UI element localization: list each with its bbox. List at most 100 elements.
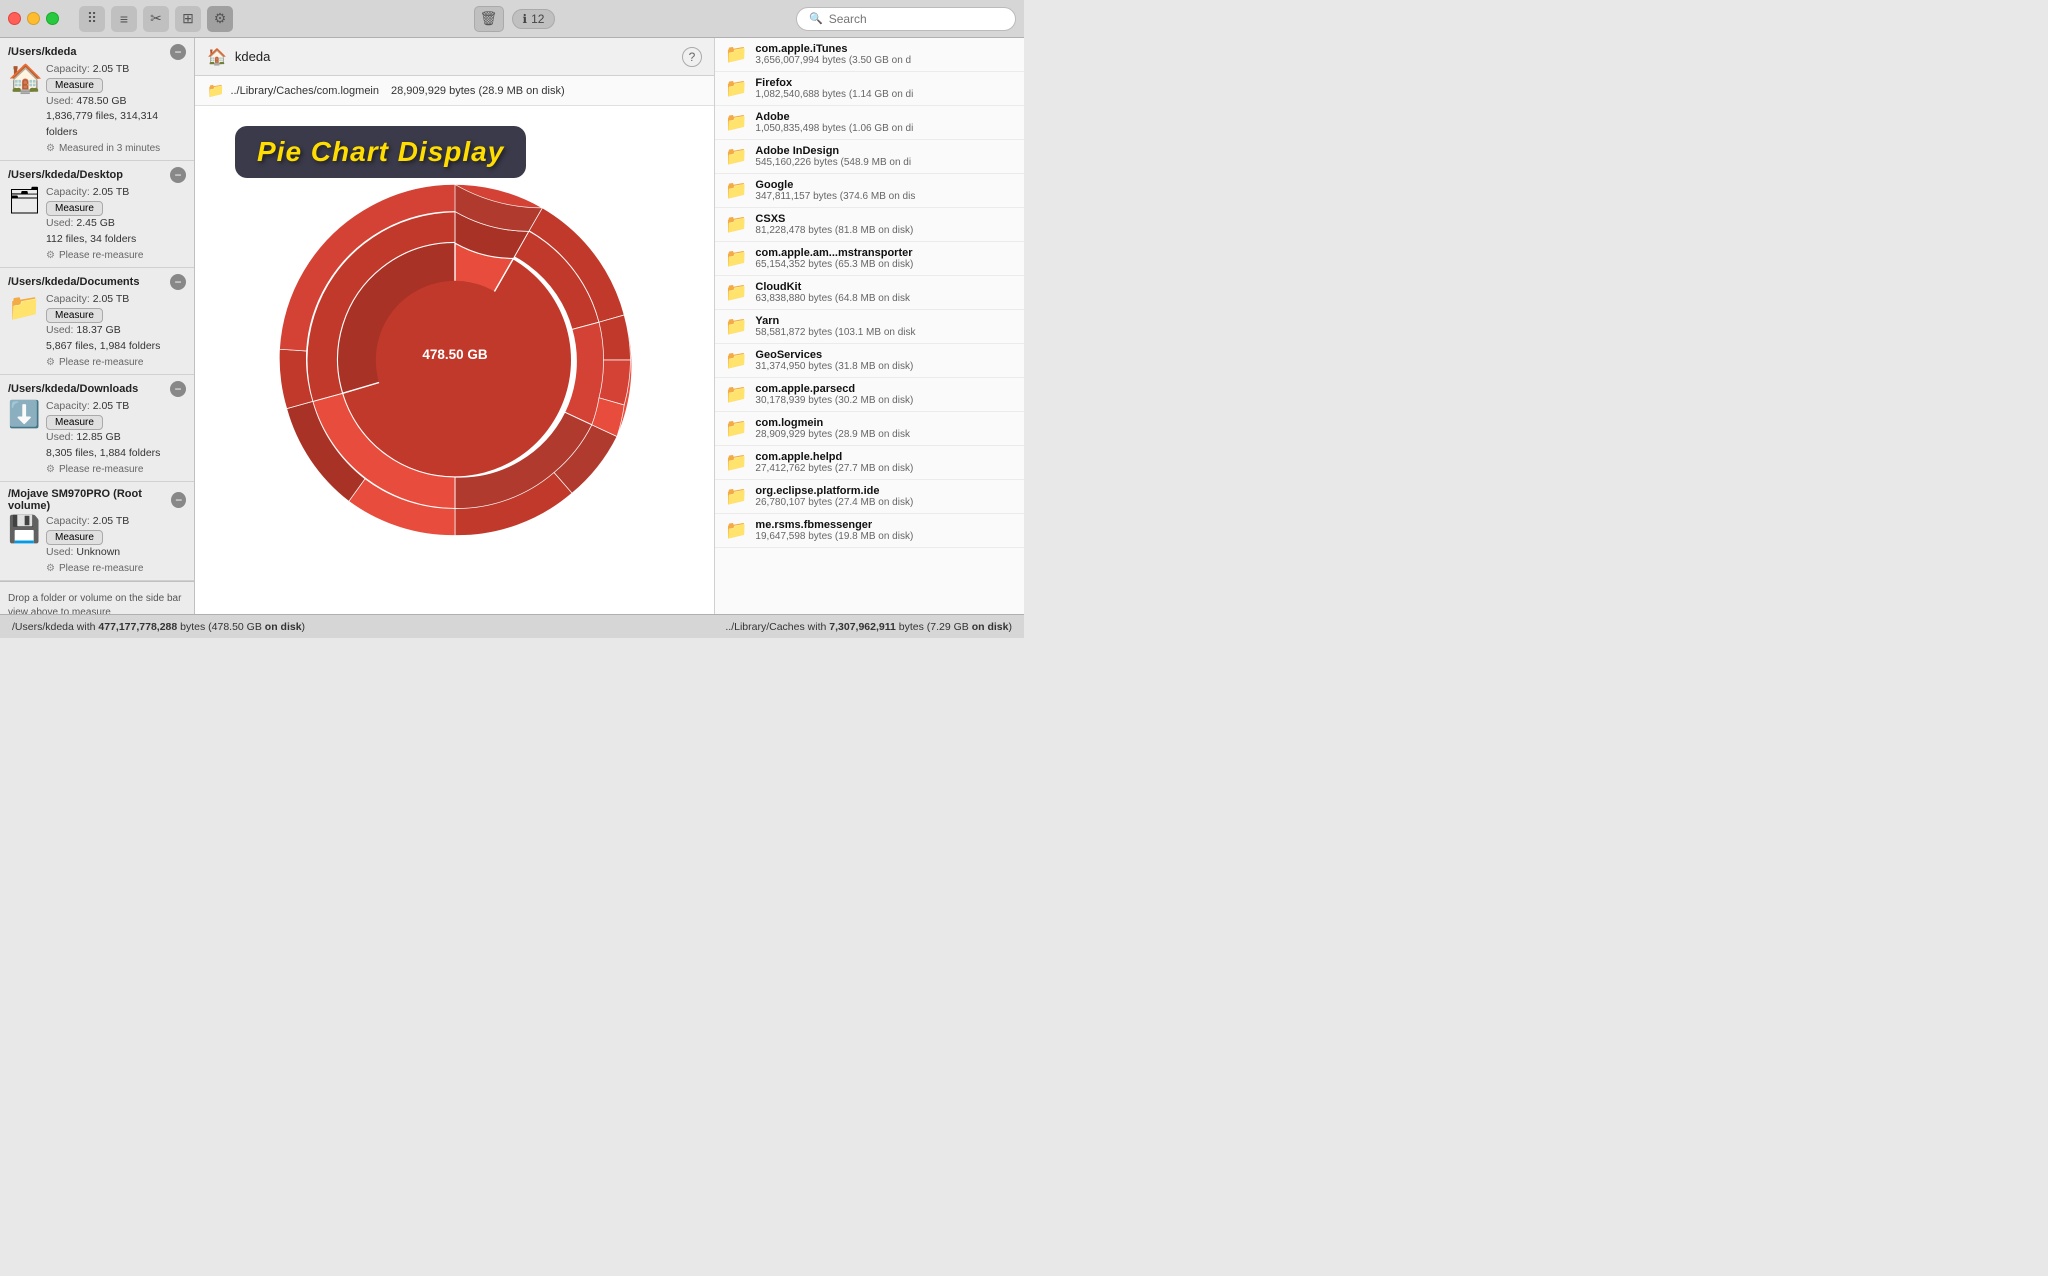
maximize-button[interactable] (46, 12, 59, 25)
close-button[interactable] (8, 12, 21, 25)
item-name: com.logmein (755, 417, 910, 429)
duplicate-button[interactable]: ⊞ (175, 6, 201, 32)
statusbar-bytes-right: 7,307,962,911 (829, 621, 896, 633)
sidebar-item-kdeda[interactable]: /Users/kdeda − 🏠 Capacity: 2.05 TB Measu… (0, 38, 194, 161)
right-panel-item[interactable]: 📁 Yarn 58,581,872 bytes (103.1 MB on dis… (715, 310, 1024, 344)
info-badge[interactable]: ℹ 12 (512, 9, 556, 29)
folder-icon: 📁 (725, 384, 747, 405)
sidebar-item-documents[interactable]: /Users/kdeda/Documents − 📁 Capacity: 2.0… (0, 268, 194, 375)
main-layout: /Users/kdeda − 🏠 Capacity: 2.05 TB Measu… (0, 38, 1024, 614)
folder-icon: 📁 (207, 82, 224, 99)
drop-text: Drop a folder or volume on the side barv… (8, 592, 186, 614)
right-panel-item[interactable]: 📁 me.rsms.fbmessenger 19,647,598 bytes (… (715, 514, 1024, 548)
search-input[interactable] (829, 12, 1003, 26)
folder-icon: 📁 (725, 44, 747, 65)
measure-button[interactable]: Measure (46, 78, 103, 93)
right-panel-item[interactable]: 📁 com.apple.parsecd 30,178,939 bytes (30… (715, 378, 1024, 412)
right-panel-item[interactable]: 📁 com.apple.helpd 27,412,762 bytes (27.7… (715, 446, 1024, 480)
sidebar-item-title: /Users/kdeda/Documents (8, 276, 139, 288)
folder-icon: 📁 (725, 214, 747, 235)
gear-icon: ⚙ (46, 464, 55, 475)
folder-icon: 📁 (725, 282, 747, 303)
folder-icon: 📁 (725, 78, 747, 99)
statusbar: /Users/kdeda with 477,177,778,288 bytes … (0, 614, 1024, 638)
right-panel-item[interactable]: 📁 Adobe 1,050,835,498 bytes (1.06 GB on … (715, 106, 1024, 140)
sidebar: /Users/kdeda − 🏠 Capacity: 2.05 TB Measu… (0, 38, 195, 614)
folder-icon: 📁 (725, 248, 747, 269)
remove-button[interactable]: − (170, 167, 186, 183)
item-size: 3,656,007,994 bytes (3.50 GB on d (755, 55, 911, 66)
folder-icon: 📁 (725, 350, 747, 371)
right-panel-item[interactable]: 📁 CloudKit 63,838,880 bytes (64.8 MB on … (715, 276, 1024, 310)
remove-button[interactable]: − (170, 381, 186, 397)
column-view-button[interactable]: ⠿ (79, 6, 105, 32)
item-name: org.eclipse.platform.ide (755, 485, 913, 497)
item-size: 30,178,939 bytes (30.2 MB on disk) (755, 395, 913, 406)
statusbar-bytes-left: 477,177,778,288 (98, 621, 177, 633)
clean-button[interactable]: ✂ (143, 6, 169, 32)
folder-icon: 📁 (725, 452, 747, 473)
measure-button[interactable]: Measure (46, 530, 103, 545)
search-bar[interactable]: 🔍 (796, 7, 1016, 31)
item-name: com.apple.am...mstransporter (755, 247, 913, 259)
item-size: 545,160,226 bytes (548.9 MB on di (755, 157, 911, 168)
right-panel-item[interactable]: 📁 GeoServices 31,374,950 bytes (31.8 MB … (715, 344, 1024, 378)
right-panel-item[interactable]: 📁 Firefox 1,082,540,688 bytes (1.14 GB o… (715, 72, 1024, 106)
center-panel: 🏠 kdeda ? 📁 ../Library/Caches/com.logmei… (195, 38, 714, 614)
item-size: 31,374,950 bytes (31.8 MB on disk) (755, 361, 913, 372)
item-name: Adobe InDesign (755, 145, 911, 157)
remove-button[interactable]: − (171, 492, 186, 508)
folder-icon: 📁 (725, 316, 747, 337)
sunburst-chart: 478.50 GB (275, 180, 635, 540)
breadcrumb-size: 28,909,929 bytes (28.9 MB on disk) (391, 85, 565, 97)
pie-chart-label: Pie Chart Display (257, 136, 504, 167)
right-panel-item[interactable]: 📁 org.eclipse.platform.ide 26,780,107 by… (715, 480, 1024, 514)
right-panel-item[interactable]: 📁 com.apple.iTunes 3,656,007,994 bytes (… (715, 38, 1024, 72)
center-title: kdeda (235, 49, 270, 64)
item-name: CloudKit (755, 281, 910, 293)
item-size: 26,780,107 bytes (27.4 MB on disk) (755, 497, 913, 508)
item-name: com.apple.parsecd (755, 383, 913, 395)
drive-icon: 💾 (8, 514, 40, 546)
breadcrumb: 📁 ../Library/Caches/com.logmein 28,909,9… (195, 76, 714, 106)
settings-button[interactable]: ⚙ (207, 6, 233, 32)
gear-icon: ⚙ (46, 563, 55, 574)
search-icon: 🔍 (809, 12, 823, 25)
item-size: 1,050,835,498 bytes (1.06 GB on di (755, 123, 913, 134)
titlebar-center: 🗑 ℹ 12 (241, 6, 788, 32)
remove-button[interactable]: − (170, 274, 186, 290)
measure-button[interactable]: Measure (46, 415, 103, 430)
sidebar-item-downloads[interactable]: /Users/kdeda/Downloads − ⬇️ Capacity: 2.… (0, 375, 194, 482)
minimize-button[interactable] (27, 12, 40, 25)
list-view-button[interactable]: ≡ (111, 6, 137, 32)
right-items-list: 📁 com.apple.iTunes 3,656,007,994 bytes (… (715, 38, 1024, 548)
right-panel-item[interactable]: 📁 com.logmein 28,909,929 bytes (28.9 MB … (715, 412, 1024, 446)
item-size: 19,647,598 bytes (19.8 MB on disk) (755, 531, 913, 542)
item-size: 347,811,157 bytes (374.6 MB on dis (755, 191, 915, 202)
remove-button[interactable]: − (170, 44, 186, 60)
breadcrumb-path: ../Library/Caches/com.logmein (230, 85, 379, 97)
sidebar-bottom: Drop a folder or volume on the side barv… (0, 581, 194, 614)
help-button[interactable]: ? (682, 47, 702, 67)
traffic-lights (8, 12, 59, 25)
folder-icon: 📁 (725, 520, 747, 541)
statusbar-path-left: /Users/kdeda (12, 621, 74, 633)
right-panel-item[interactable]: 📁 Adobe InDesign 545,160,226 bytes (548.… (715, 140, 1024, 174)
measure-button[interactable]: Measure (46, 201, 103, 216)
item-size: 65,154,352 bytes (65.3 MB on disk) (755, 259, 913, 270)
measure-button[interactable]: Measure (46, 308, 103, 323)
item-size: 63,838,880 bytes (64.8 MB on disk (755, 293, 910, 304)
sidebar-item-desktop[interactable]: /Users/kdeda/Desktop − 🗂 Capacity: 2.05 … (0, 161, 194, 268)
center-header: 🏠 kdeda ? (195, 38, 714, 76)
folder-icon: 📁 (725, 486, 747, 507)
home-nav-icon: 🏠 (207, 47, 227, 67)
right-panel-item[interactable]: 📁 Google 347,811,157 bytes (374.6 MB on … (715, 174, 1024, 208)
delete-button[interactable]: 🗑 (474, 6, 504, 32)
info-count: 12 (531, 12, 544, 26)
right-panel-item[interactable]: 📁 CSXS 81,228,478 bytes (81.8 MB on disk… (715, 208, 1024, 242)
item-name: Firefox (755, 77, 913, 89)
statusbar-left: /Users/kdeda with 477,177,778,288 bytes … (12, 621, 305, 633)
right-panel-item[interactable]: 📁 com.apple.am...mstransporter 65,154,35… (715, 242, 1024, 276)
folder-icon: 📁 (725, 180, 747, 201)
sidebar-item-root[interactable]: /Mojave SM970PRO (Root volume) − 💾 Capac… (0, 482, 194, 581)
